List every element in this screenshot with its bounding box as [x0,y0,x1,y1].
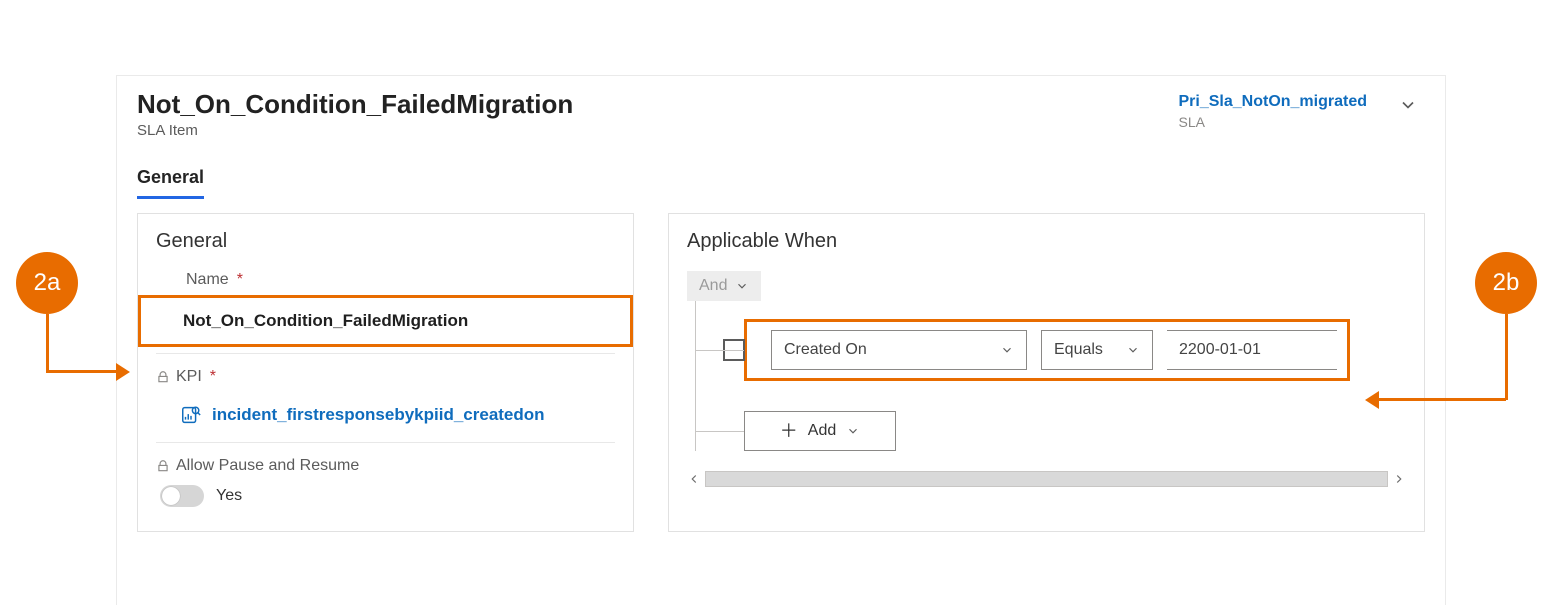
callout-badge-2b: 2b [1475,252,1537,314]
form-header: Not_On_Condition_FailedMigration SLA Ite… [117,90,1445,139]
add-condition-button[interactable]: ＋ Add [744,411,896,451]
chevron-down-icon [1398,95,1418,115]
condition-operator-value: Equals [1054,341,1103,359]
scroll-right-icon [1392,472,1406,486]
tree-branch-line [696,431,744,432]
condition-row: Created On Equals 2200-01-01 [696,319,1406,381]
chevron-down-icon [735,279,749,293]
condition-row-highlight: Created On Equals 2200-01-01 [744,319,1350,381]
general-panel-title: General [156,230,615,253]
tab-general[interactable]: General [137,167,204,199]
allow-pause-label: Allow Pause and Resume [156,457,615,475]
applicable-when-title: Applicable When [687,230,1406,253]
allow-pause-label-text: Allow Pause and Resume [176,457,359,475]
kpi-entity-icon [180,404,202,426]
lock-icon [156,459,170,473]
general-panel: General Name Not_On_Condition_FailedMigr… [137,213,634,532]
condition-field-dropdown[interactable]: Created On [771,330,1027,370]
group-operator-label: And [699,277,727,295]
callout-connector [46,370,118,373]
name-field-label: Name [156,271,615,289]
header-sla-label: SLA [1179,114,1368,132]
add-button-label: Add [808,422,836,440]
applicable-when-panel: Applicable When And Created On [668,213,1425,532]
allow-pause-toggle[interactable] [160,485,204,507]
name-field-highlight: Not_On_Condition_FailedMigration [138,295,633,347]
kpi-label-text: KPI [176,368,202,386]
header-sla-value: Pri_Sla_NotOn_migrated [1179,92,1368,112]
chevron-down-icon [846,424,860,438]
condition-operator-dropdown[interactable]: Equals [1041,330,1153,370]
page-title: Not_On_Condition_FailedMigration [137,90,1179,120]
scroll-left-icon [687,472,701,486]
group-operator-dropdown[interactable]: And [687,271,761,301]
header-expand-button[interactable] [1395,92,1421,118]
form-tabs: General [137,167,1445,199]
callout-connector [1505,314,1508,400]
kpi-field-value[interactable]: incident_firstresponsebykpiid_createdon [212,405,545,425]
callout-arrowhead [1365,391,1379,409]
condition-value-input[interactable]: 2200-01-01 [1167,330,1337,370]
callout-connector [1378,398,1506,401]
callout-connector [46,314,49,372]
tree-branch-line [696,350,744,351]
page-subtitle: SLA Item [137,122,1179,139]
callout-badge-2a: 2a [16,252,78,314]
callout-arrowhead [116,363,130,381]
name-field-value[interactable]: Not_On_Condition_FailedMigration [183,311,468,330]
condition-value-text: 2200-01-01 [1179,341,1261,359]
header-sla-lookup[interactable]: Pri_Sla_NotOn_migrated SLA [1179,92,1368,132]
condition-tree: Created On Equals 2200-01-01 [695,301,1406,451]
plus-icon: ＋ [780,422,798,440]
lock-icon [156,370,170,384]
condition-field-value: Created On [784,341,867,359]
allow-pause-value: Yes [216,487,242,505]
scrollbar-track[interactable] [705,471,1388,487]
kpi-field-label: KPI [156,368,615,386]
chevron-down-icon [1126,343,1140,357]
horizontal-scrollbar[interactable] [687,469,1406,489]
form-surface: Not_On_Condition_FailedMigration SLA Ite… [116,75,1446,605]
chevron-down-icon [1000,343,1014,357]
